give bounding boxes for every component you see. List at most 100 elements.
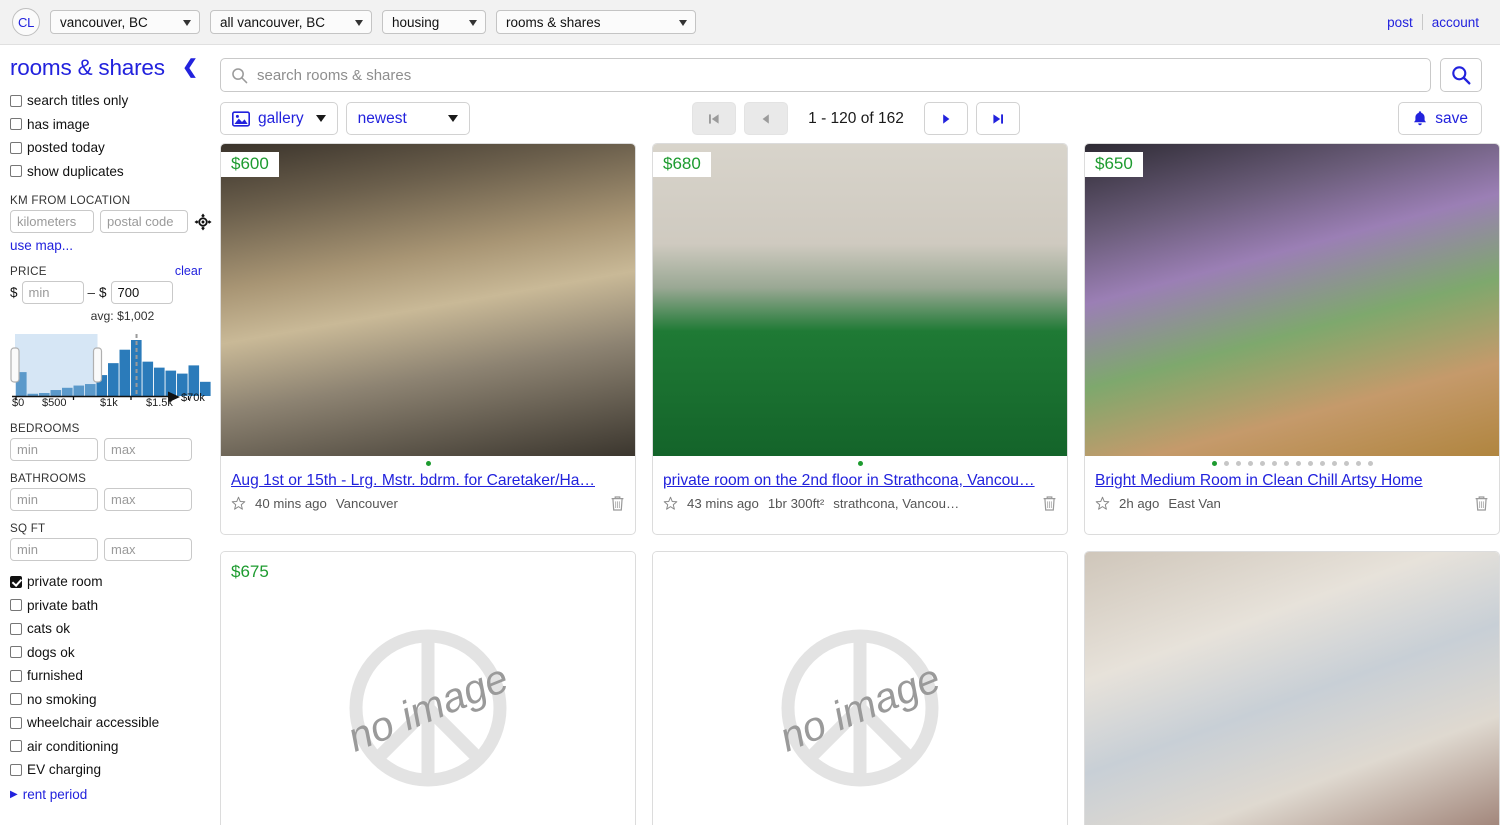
use-map-link[interactable]: use map... <box>10 238 202 253</box>
listing-card[interactable]: $600 Aug 1st or 15th - Lrg. Mstr. bdrm. f… <box>220 143 636 535</box>
filter-wheelchair-accessible[interactable]: wheelchair accessible <box>10 711 202 735</box>
image-carousel-dots[interactable] <box>221 456 635 470</box>
carousel-dot[interactable] <box>1283 460 1289 466</box>
listing-card[interactable]: no image $675 <box>220 551 636 825</box>
listing-card[interactable] <box>1084 551 1500 825</box>
favorite-star-icon[interactable] <box>1095 496 1110 511</box>
listing-image[interactable]: $680 <box>653 144 1067 456</box>
carousel-dot[interactable] <box>1319 460 1325 466</box>
carousel-dot[interactable] <box>1223 460 1229 466</box>
postal-code-input[interactable] <box>100 210 188 233</box>
delete-icon[interactable] <box>1042 495 1057 512</box>
filter-has-image[interactable]: has image <box>10 113 202 137</box>
histogram-min-handle[interactable] <box>10 347 20 383</box>
listing-title[interactable]: Bright Medium Room in Clean Chill Artsy … <box>1095 471 1489 491</box>
bedrooms-min-input[interactable] <box>10 438 98 461</box>
carousel-dot[interactable] <box>1259 460 1265 466</box>
carousel-dot[interactable] <box>425 460 431 466</box>
sort-button[interactable]: newest <box>345 102 470 135</box>
page-prev-button[interactable] <box>744 102 789 135</box>
carousel-dot[interactable] <box>1331 460 1337 466</box>
favorite-star-icon[interactable] <box>231 496 246 511</box>
bathrooms-min-input[interactable] <box>10 488 98 511</box>
listing-title[interactable]: private room on the 2nd floor in Strathc… <box>663 471 1057 491</box>
filter-dogs-ok[interactable]: dogs ok <box>10 641 202 665</box>
checkbox[interactable] <box>10 165 22 178</box>
save-search-button[interactable]: save <box>1398 102 1482 135</box>
image-carousel-dots[interactable] <box>1085 456 1499 470</box>
filter-no-smoking[interactable]: no smoking <box>10 688 202 712</box>
carousel-dot[interactable] <box>1271 460 1277 466</box>
listing-image[interactable]: $650 <box>1085 144 1499 456</box>
checkbox[interactable] <box>10 622 22 635</box>
listing-image[interactable]: no image $675 <box>221 552 635 825</box>
carousel-dot[interactable] <box>1343 460 1349 466</box>
bathrooms-max-input[interactable] <box>104 488 192 511</box>
checkbox[interactable] <box>10 575 22 588</box>
listing-card[interactable]: $650 Bright Medium Room in Clean Chill Ar… <box>1084 143 1500 535</box>
bedrooms-max-input[interactable] <box>104 438 192 461</box>
checkbox[interactable] <box>10 763 22 776</box>
filter-ev-charging[interactable]: EV charging <box>10 758 202 782</box>
listing-image[interactable]: no image <box>653 552 1067 825</box>
checkbox[interactable] <box>10 94 22 107</box>
filter-show-duplicates[interactable]: show duplicates <box>10 160 202 184</box>
carousel-dot[interactable] <box>1247 460 1253 466</box>
view-mode-button[interactable]: gallery <box>220 102 338 135</box>
account-link[interactable]: account <box>1423 15 1488 30</box>
carousel-dot[interactable] <box>1355 460 1361 466</box>
price-clear-link[interactable]: clear <box>175 264 202 278</box>
checkbox[interactable] <box>10 118 22 131</box>
filter-posted-today[interactable]: posted today <box>10 136 202 160</box>
checkbox[interactable] <box>10 693 22 706</box>
carousel-dot[interactable] <box>857 460 863 466</box>
carousel-dot[interactable] <box>1211 460 1217 466</box>
category-group-select[interactable]: housing <box>382 10 486 34</box>
price-max-input[interactable] <box>110 281 173 304</box>
crosshair-icon[interactable] <box>194 212 212 231</box>
category-select[interactable]: rooms & shares <box>496 10 696 34</box>
filter-private-bath[interactable]: private bath <box>10 594 202 618</box>
craigslist-logo[interactable]: CL <box>12 8 40 36</box>
sqft-min-input[interactable] <box>10 538 98 561</box>
price-min-input[interactable] <box>21 281 84 304</box>
price-histogram[interactable]: avg: $1,002 $70k $0 $500 $1k $1.5k <box>10 309 212 411</box>
checkbox[interactable] <box>10 599 22 612</box>
post-link[interactable]: post <box>1378 15 1422 30</box>
listing-title[interactable]: Aug 1st or 15th - Lrg. Mstr. bdrm. for C… <box>231 471 625 491</box>
filter-furnished[interactable]: furnished <box>10 664 202 688</box>
city-select[interactable]: vancouver, BC <box>50 10 200 34</box>
checkbox[interactable] <box>10 669 22 682</box>
delete-icon[interactable] <box>610 495 625 512</box>
delete-icon[interactable] <box>1474 495 1489 512</box>
checkbox[interactable] <box>10 716 22 729</box>
listing-card[interactable]: no image <box>652 551 1068 825</box>
search-input[interactable]: search rooms & shares <box>220 58 1431 92</box>
image-carousel-dots[interactable] <box>653 456 1067 470</box>
search-submit-button[interactable] <box>1440 58 1482 92</box>
page-last-button[interactable] <box>975 102 1020 135</box>
rent-period-section-toggle[interactable]: ▶ rent period <box>10 787 202 802</box>
area-select[interactable]: all vancouver, BC <box>210 10 372 34</box>
favorite-star-icon[interactable] <box>663 496 678 511</box>
page-next-button[interactable] <box>923 102 968 135</box>
carousel-dot[interactable] <box>1235 460 1241 466</box>
filter-air-conditioning[interactable]: air conditioning <box>10 735 202 759</box>
filter-private-room[interactable]: private room <box>10 570 202 594</box>
histogram-max-handle[interactable] <box>92 347 103 383</box>
filter-cats-ok[interactable]: cats ok <box>10 617 202 641</box>
listing-image[interactable]: $600 <box>221 144 635 456</box>
checkbox[interactable] <box>10 141 22 154</box>
checkbox[interactable] <box>10 646 22 659</box>
listing-card[interactable]: $680 private room on the 2nd floor in Str… <box>652 143 1068 535</box>
chevron-left-icon[interactable]: ❮ <box>178 58 202 79</box>
carousel-dot[interactable] <box>1295 460 1301 466</box>
filter-search-titles-only[interactable]: search titles only <box>10 89 202 113</box>
page-first-button[interactable] <box>692 102 737 135</box>
kilometers-input[interactable] <box>10 210 94 233</box>
carousel-dot[interactable] <box>1307 460 1313 466</box>
sqft-max-input[interactable] <box>104 538 192 561</box>
carousel-dot[interactable] <box>1367 460 1373 466</box>
checkbox[interactable] <box>10 740 22 753</box>
listing-image[interactable] <box>1085 552 1499 825</box>
